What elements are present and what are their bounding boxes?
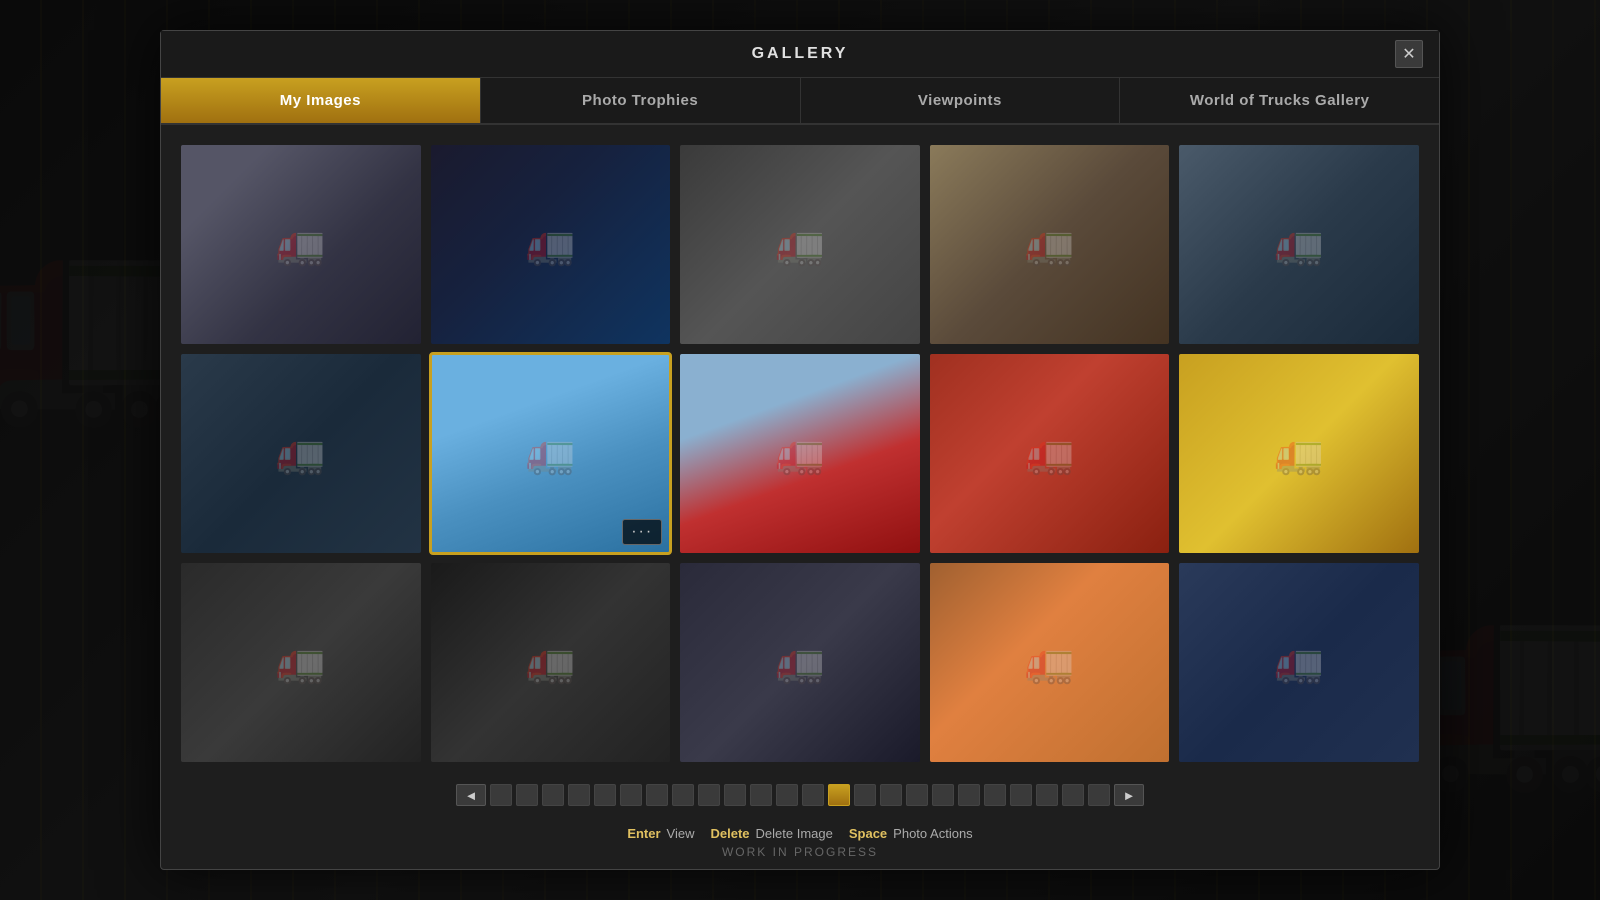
thumb-image-11 [181, 563, 421, 762]
thumbnail-6[interactable] [181, 354, 421, 553]
thumbnail-8[interactable] [680, 354, 920, 553]
thumbnail-2[interactable] [431, 145, 671, 344]
thumb-image-4 [930, 145, 1170, 344]
thumbnail-13[interactable] [680, 563, 920, 762]
page-dot-15[interactable] [854, 784, 876, 806]
page-dot-6[interactable] [620, 784, 642, 806]
shortcut-enter: Enter View [627, 826, 694, 841]
page-dot-22[interactable] [1036, 784, 1058, 806]
page-dot-2[interactable] [516, 784, 538, 806]
shortcut-delete-label: Delete Image [756, 826, 833, 841]
shortcut-space-key: Space [849, 826, 887, 841]
tab-my-images[interactable]: My Images [161, 78, 481, 123]
thumbnail-14[interactable] [930, 563, 1170, 762]
page-dot-3[interactable] [542, 784, 564, 806]
gallery-row-3 [181, 563, 1419, 762]
thumb-image-12 [431, 563, 671, 762]
page-dot-14[interactable] [828, 784, 850, 806]
thumb-actions-dots[interactable]: ··· [622, 519, 662, 545]
thumb-image-1 [181, 145, 421, 344]
shortcut-enter-label: View [667, 826, 695, 841]
page-dot-18[interactable] [932, 784, 954, 806]
shortcuts-bar: Enter View Delete Delete Image Space Pho… [161, 818, 1439, 845]
shortcut-delete-key: Delete [711, 826, 750, 841]
wip-label: WORK IN PROGRESS [161, 845, 1439, 869]
thumb-image-15 [1179, 563, 1419, 762]
page-dot-13[interactable] [802, 784, 824, 806]
thumbnail-1[interactable] [181, 145, 421, 344]
thumb-image-10 [1179, 354, 1419, 553]
page-dot-1[interactable] [490, 784, 512, 806]
thumb-image-9 [930, 354, 1170, 553]
shortcut-space: Space Photo Actions [849, 826, 973, 841]
thumbnail-7[interactable]: ··· [431, 354, 671, 553]
tab-photo-trophies[interactable]: Photo Trophies [481, 78, 801, 123]
page-dot-10[interactable] [724, 784, 746, 806]
thumbnail-15[interactable] [1179, 563, 1419, 762]
modal-title: GALLERY [752, 45, 849, 63]
page-dot-12[interactable] [776, 784, 798, 806]
thumbnail-10[interactable] [1179, 354, 1419, 553]
page-dot-11[interactable] [750, 784, 772, 806]
pagination-bar: ◄ ► [161, 772, 1439, 818]
page-dot-4[interactable] [568, 784, 590, 806]
shortcut-space-label: Photo Actions [893, 826, 973, 841]
tabs-row: My Images Photo Trophies Viewpoints Worl… [161, 78, 1439, 125]
thumb-image-13 [680, 563, 920, 762]
shortcut-enter-key: Enter [627, 826, 660, 841]
thumb-image-14 [930, 563, 1170, 762]
page-dot-24[interactable] [1088, 784, 1110, 806]
thumb-image-3 [680, 145, 920, 344]
page-dot-17[interactable] [906, 784, 928, 806]
page-dot-5[interactable] [594, 784, 616, 806]
page-dot-21[interactable] [1010, 784, 1032, 806]
thumbnail-4[interactable] [930, 145, 1170, 344]
thumbnail-3[interactable] [680, 145, 920, 344]
modal-header: GALLERY ✕ [161, 31, 1439, 78]
gallery-row-2: ··· [181, 354, 1419, 553]
page-dot-20[interactable] [984, 784, 1006, 806]
page-dot-23[interactable] [1062, 784, 1084, 806]
thumb-image-8 [680, 354, 920, 553]
gallery-row-1 [181, 145, 1419, 344]
tab-world-of-trucks[interactable]: World of Trucks Gallery [1120, 78, 1439, 123]
page-dot-16[interactable] [880, 784, 902, 806]
thumbnail-5[interactable] [1179, 145, 1419, 344]
thumbnail-11[interactable] [181, 563, 421, 762]
page-dot-9[interactable] [698, 784, 720, 806]
thumb-image-6 [181, 354, 421, 553]
gallery-content: ··· [161, 125, 1439, 772]
page-dot-7[interactable] [646, 784, 668, 806]
close-button[interactable]: ✕ [1395, 40, 1423, 68]
thumbnail-12[interactable] [431, 563, 671, 762]
pagination-next[interactable]: ► [1114, 784, 1144, 806]
thumb-image-5 [1179, 145, 1419, 344]
page-dot-19[interactable] [958, 784, 980, 806]
shortcut-delete: Delete Delete Image [711, 826, 833, 841]
pagination-prev[interactable]: ◄ [456, 784, 486, 806]
gallery-modal: GALLERY ✕ My Images Photo Trophies Viewp… [160, 30, 1440, 870]
tab-viewpoints[interactable]: Viewpoints [801, 78, 1121, 123]
page-dot-8[interactable] [672, 784, 694, 806]
thumbnail-9[interactable] [930, 354, 1170, 553]
thumb-image-2 [431, 145, 671, 344]
